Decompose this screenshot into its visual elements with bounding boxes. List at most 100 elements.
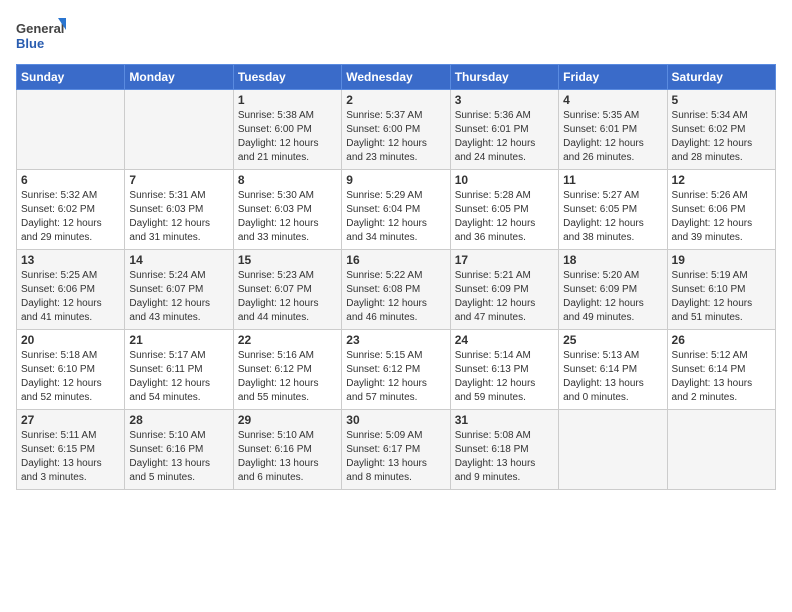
day-number: 9 (346, 173, 445, 187)
calendar-cell: 12 Sunrise: 5:26 AM Sunset: 6:06 PM Dayli… (667, 170, 775, 250)
day-number: 18 (563, 253, 662, 267)
day-info: Sunrise: 5:31 AM Sunset: 6:03 PM Dayligh… (129, 189, 228, 245)
calendar-cell: 1 Sunrise: 5:38 AM Sunset: 6:00 PM Daylig… (233, 90, 341, 170)
day-info: Sunrise: 5:23 AM Sunset: 6:07 PM Dayligh… (238, 269, 337, 325)
weekday-header: Friday (559, 65, 667, 90)
calendar-cell: 24 Sunrise: 5:14 AM Sunset: 6:13 PM Dayli… (450, 330, 558, 410)
day-number: 11 (563, 173, 662, 187)
day-number: 6 (21, 173, 120, 187)
day-number: 31 (455, 413, 554, 427)
svg-text:General: General (16, 21, 64, 36)
day-info: Sunrise: 5:13 AM Sunset: 6:14 PM Dayligh… (563, 349, 662, 405)
day-info: Sunrise: 5:35 AM Sunset: 6:01 PM Dayligh… (563, 109, 662, 165)
day-info: Sunrise: 5:36 AM Sunset: 6:01 PM Dayligh… (455, 109, 554, 165)
day-info: Sunrise: 5:34 AM Sunset: 6:02 PM Dayligh… (672, 109, 771, 165)
calendar-cell: 3 Sunrise: 5:36 AM Sunset: 6:01 PM Daylig… (450, 90, 558, 170)
day-info: Sunrise: 5:10 AM Sunset: 6:16 PM Dayligh… (238, 429, 337, 485)
day-info: Sunrise: 5:11 AM Sunset: 6:15 PM Dayligh… (21, 429, 120, 485)
calendar-cell: 8Sunrise: 5:30 AM Sunset: 6:03 PM Daylig… (233, 170, 341, 250)
day-info: Sunrise: 5:20 AM Sunset: 6:09 PM Dayligh… (563, 269, 662, 325)
weekday-header: Sunday (17, 65, 125, 90)
day-number: 24 (455, 333, 554, 347)
day-info: Sunrise: 5:30 AM Sunset: 6:03 PM Dayligh… (238, 189, 337, 245)
day-info: Sunrise: 5:25 AM Sunset: 6:06 PM Dayligh… (21, 269, 120, 325)
calendar-cell: 6 Sunrise: 5:32 AM Sunset: 6:02 PM Daylig… (17, 170, 125, 250)
weekday-header: Monday (125, 65, 233, 90)
day-number: 22 (238, 333, 337, 347)
day-number: 14 (129, 253, 228, 267)
day-info: Sunrise: 5:14 AM Sunset: 6:13 PM Dayligh… (455, 349, 554, 405)
weekday-header: Wednesday (342, 65, 450, 90)
day-number: 21 (129, 333, 228, 347)
calendar-cell: 15 Sunrise: 5:23 AM Sunset: 6:07 PM Dayli… (233, 250, 341, 330)
day-number: 25 (563, 333, 662, 347)
calendar-cell: 10 Sunrise: 5:28 AM Sunset: 6:05 PM Dayli… (450, 170, 558, 250)
day-number: 28 (129, 413, 228, 427)
calendar-cell: 5 Sunrise: 5:34 AM Sunset: 6:02 PM Daylig… (667, 90, 775, 170)
day-number: 10 (455, 173, 554, 187)
calendar-week-row: 1 Sunrise: 5:38 AM Sunset: 6:00 PM Daylig… (17, 90, 776, 170)
day-info: Sunrise: 5:29 AM Sunset: 6:04 PM Dayligh… (346, 189, 445, 245)
calendar-table: SundayMondayTuesdayWednesdayThursdayFrid… (16, 64, 776, 490)
calendar-cell: 9 Sunrise: 5:29 AM Sunset: 6:04 PM Daylig… (342, 170, 450, 250)
day-number: 7 (129, 173, 228, 187)
day-info: Sunrise: 5:38 AM Sunset: 6:00 PM Dayligh… (238, 109, 337, 165)
weekday-header: Thursday (450, 65, 558, 90)
day-number: 20 (21, 333, 120, 347)
calendar-week-row: 27 Sunrise: 5:11 AM Sunset: 6:15 PM Dayli… (17, 410, 776, 490)
calendar-body: 1 Sunrise: 5:38 AM Sunset: 6:00 PM Daylig… (17, 90, 776, 490)
day-number: 2 (346, 93, 445, 107)
day-number: 17 (455, 253, 554, 267)
day-info: Sunrise: 5:27 AM Sunset: 6:05 PM Dayligh… (563, 189, 662, 245)
calendar-cell: 22Sunrise: 5:16 AM Sunset: 6:12 PM Dayli… (233, 330, 341, 410)
day-number: 4 (563, 93, 662, 107)
calendar-cell: 29 Sunrise: 5:10 AM Sunset: 6:16 PM Dayli… (233, 410, 341, 490)
calendar-cell: 7 Sunrise: 5:31 AM Sunset: 6:03 PM Daylig… (125, 170, 233, 250)
weekday-header: Tuesday (233, 65, 341, 90)
day-info: Sunrise: 5:26 AM Sunset: 6:06 PM Dayligh… (672, 189, 771, 245)
day-info: Sunrise: 5:08 AM Sunset: 6:18 PM Dayligh… (455, 429, 554, 485)
page-header: General Blue (16, 16, 776, 56)
calendar-cell: 18 Sunrise: 5:20 AM Sunset: 6:09 PM Dayli… (559, 250, 667, 330)
day-number: 27 (21, 413, 120, 427)
day-info: Sunrise: 5:28 AM Sunset: 6:05 PM Dayligh… (455, 189, 554, 245)
calendar-cell (667, 410, 775, 490)
day-info: Sunrise: 5:37 AM Sunset: 6:00 PM Dayligh… (346, 109, 445, 165)
day-info: Sunrise: 5:19 AM Sunset: 6:10 PM Dayligh… (672, 269, 771, 325)
day-info: Sunrise: 5:24 AM Sunset: 6:07 PM Dayligh… (129, 269, 228, 325)
calendar-cell: 2 Sunrise: 5:37 AM Sunset: 6:00 PM Daylig… (342, 90, 450, 170)
calendar-cell: 4 Sunrise: 5:35 AM Sunset: 6:01 PM Daylig… (559, 90, 667, 170)
day-info: Sunrise: 5:12 AM Sunset: 6:14 PM Dayligh… (672, 349, 771, 405)
calendar-cell: 28 Sunrise: 5:10 AM Sunset: 6:16 PM Dayli… (125, 410, 233, 490)
day-number: 15 (238, 253, 337, 267)
calendar-cell (17, 90, 125, 170)
calendar-cell: 30Sunrise: 5:09 AM Sunset: 6:17 PM Dayli… (342, 410, 450, 490)
day-info: Sunrise: 5:21 AM Sunset: 6:09 PM Dayligh… (455, 269, 554, 325)
calendar-cell: 26 Sunrise: 5:12 AM Sunset: 6:14 PM Dayli… (667, 330, 775, 410)
day-number: 5 (672, 93, 771, 107)
calendar-cell: 20Sunrise: 5:18 AM Sunset: 6:10 PM Dayli… (17, 330, 125, 410)
day-number: 16 (346, 253, 445, 267)
calendar-cell: 21Sunrise: 5:17 AM Sunset: 6:11 PM Dayli… (125, 330, 233, 410)
day-info: Sunrise: 5:32 AM Sunset: 6:02 PM Dayligh… (21, 189, 120, 245)
calendar-cell: 17 Sunrise: 5:21 AM Sunset: 6:09 PM Dayli… (450, 250, 558, 330)
logo: General Blue (16, 16, 66, 56)
calendar-cell: 27 Sunrise: 5:11 AM Sunset: 6:15 PM Dayli… (17, 410, 125, 490)
calendar-week-row: 6 Sunrise: 5:32 AM Sunset: 6:02 PM Daylig… (17, 170, 776, 250)
logo-svg: General Blue (16, 16, 66, 56)
calendar-cell (125, 90, 233, 170)
calendar-cell: 23Sunrise: 5:15 AM Sunset: 6:12 PM Dayli… (342, 330, 450, 410)
day-info: Sunrise: 5:22 AM Sunset: 6:08 PM Dayligh… (346, 269, 445, 325)
calendar-cell: 19Sunrise: 5:19 AM Sunset: 6:10 PM Dayli… (667, 250, 775, 330)
svg-text:Blue: Blue (16, 36, 44, 51)
day-number: 29 (238, 413, 337, 427)
day-number: 12 (672, 173, 771, 187)
calendar-week-row: 13Sunrise: 5:25 AM Sunset: 6:06 PM Dayli… (17, 250, 776, 330)
day-number: 3 (455, 93, 554, 107)
calendar-cell: 11 Sunrise: 5:27 AM Sunset: 6:05 PM Dayli… (559, 170, 667, 250)
day-number: 26 (672, 333, 771, 347)
day-number: 1 (238, 93, 337, 107)
day-info: Sunrise: 5:10 AM Sunset: 6:16 PM Dayligh… (129, 429, 228, 485)
calendar-cell (559, 410, 667, 490)
calendar-cell: 16 Sunrise: 5:22 AM Sunset: 6:08 PM Dayli… (342, 250, 450, 330)
